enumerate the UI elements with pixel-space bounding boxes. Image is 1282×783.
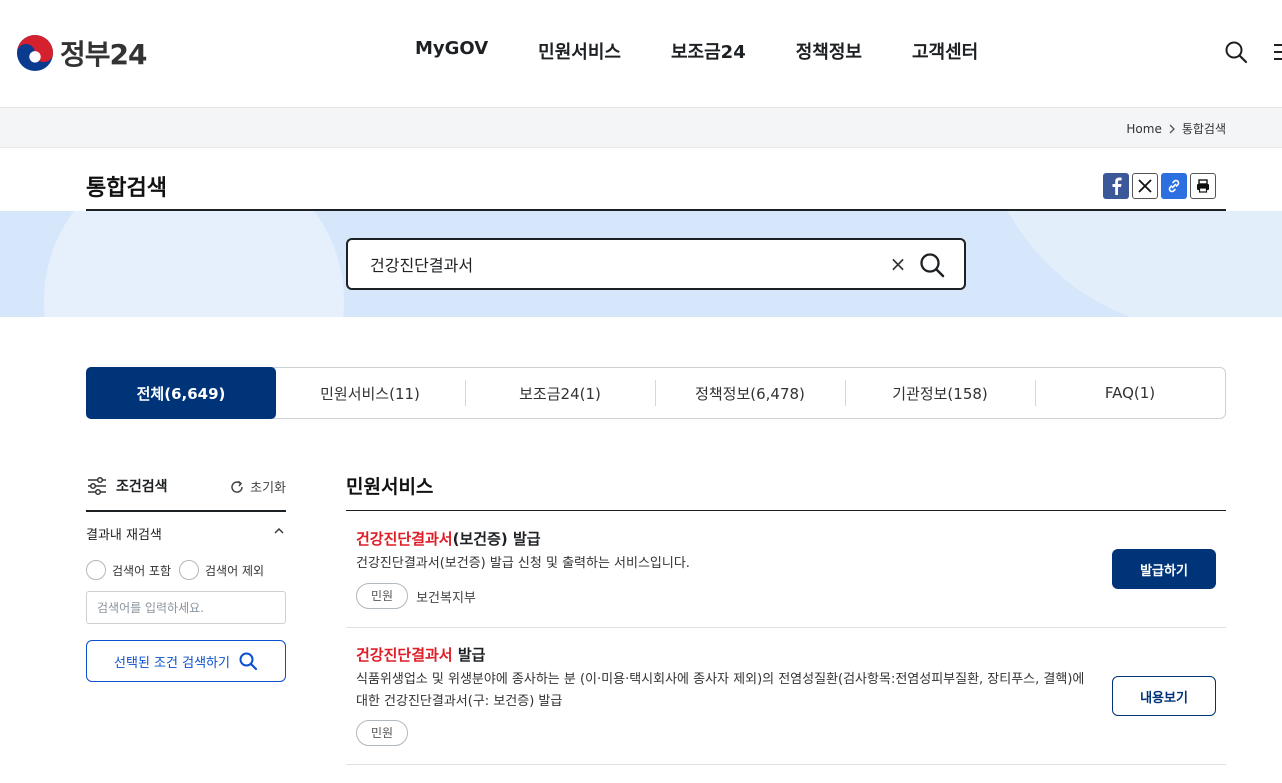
filter-title-label: 조건검색	[116, 479, 168, 495]
refine-keyword-input[interactable]	[86, 591, 286, 624]
result-title[interactable]: 건강진단결과서 발급	[356, 644, 485, 665]
search-icon	[239, 652, 258, 671]
reset-label: 초기화	[250, 481, 286, 496]
result-description: 식품위생업소 및 위생분야에 종사하는 분 (이·미용·택시회사에 종사자 제외…	[356, 672, 1085, 709]
tab-civil-service[interactable]: 민원서비스(11)	[275, 368, 465, 418]
result-title-rest: (보건증) 발급	[452, 530, 541, 548]
filter-title: 조건검색	[86, 476, 168, 496]
result-title-rest: 발급	[452, 646, 486, 664]
breadcrumb-current: 통합검색	[1181, 122, 1226, 136]
chevron-right-icon	[1169, 124, 1175, 133]
result-meta: 민원	[356, 720, 409, 746]
result-item: 건강진단결과서 발급 식품위생업소 및 위생분야에 종사하는 분 (이·미용·택…	[346, 628, 1226, 765]
result-tabs: 전체(6,649) 민원서비스(11) 보조금24(1) 정책정보(6,478)…	[86, 367, 1226, 419]
exclude-keyword-radio[interactable]: 검색어 제외	[179, 560, 264, 580]
banner-decoration	[980, 211, 1282, 317]
radio-circle[interactable]	[179, 560, 200, 580]
category-badge: 민원	[356, 720, 409, 746]
exclude-keyword-label: 검색어 제외	[205, 563, 265, 578]
banner-decoration	[44, 211, 344, 317]
refine-label: 결과내 재검색	[86, 528, 162, 543]
nav-item-subsidy[interactable]: 보조금24	[646, 38, 771, 64]
nav-item-civil-service[interactable]: 민원서비스	[513, 38, 646, 64]
result-meta: 민원 보건복지부	[356, 583, 476, 609]
result-item: 건강진단결과서(보건증) 발급 건강진단결과서(보건증) 발급 신청 및 출력하…	[346, 511, 1226, 628]
breadcrumb-home[interactable]: Home	[1126, 122, 1161, 136]
result-description: 건강진단결과서(보건증) 발급 신청 및 출력하는 서비스입니다.	[356, 556, 690, 571]
include-keyword-radio[interactable]: 검색어 포함	[86, 560, 171, 580]
tab-all[interactable]: 전체(6,649)	[86, 367, 276, 419]
x-icon	[1138, 179, 1152, 193]
breadcrumb-bar: Home 통합검색	[0, 108, 1282, 148]
include-keyword-label: 검색어 포함	[112, 563, 172, 578]
site-header: 정부24 MyGOV 민원서비스 보조금24 정책정보 고객센터	[0, 0, 1282, 108]
link-share-button[interactable]	[1161, 173, 1187, 199]
condition-search-label: 선택된 조건 검색하기	[114, 655, 230, 671]
view-details-button[interactable]: 내용보기	[1112, 676, 1216, 716]
results-section-title: 민원서비스	[346, 476, 434, 498]
refresh-icon	[231, 480, 243, 493]
print-button[interactable]	[1190, 173, 1216, 199]
refine-options: 검색어 포함 검색어 제외	[86, 560, 264, 580]
issue-button[interactable]: 발급하기	[1112, 549, 1216, 589]
reset-button[interactable]: 초기화	[229, 477, 286, 496]
nav-item-customer-center[interactable]: 고객센터	[887, 38, 1003, 64]
tab-faq[interactable]: FAQ(1)	[1035, 368, 1225, 418]
taegeuk-logo-icon	[16, 34, 54, 72]
radio-circle[interactable]	[86, 560, 106, 580]
nav-item-mygov[interactable]: MyGOV	[390, 38, 513, 64]
result-agency: 보건복지부	[416, 590, 476, 606]
menu-icon[interactable]	[1272, 42, 1282, 62]
condition-search-button[interactable]: 선택된 조건 검색하기	[86, 640, 286, 682]
category-badge: 민원	[356, 583, 409, 609]
tab-policy[interactable]: 정책정보(6,478)	[655, 368, 845, 418]
page-title: 통합검색	[86, 176, 167, 201]
site-logo[interactable]: 정부24	[16, 33, 147, 73]
search-icon[interactable]	[918, 251, 946, 279]
facebook-icon	[1112, 177, 1122, 195]
tab-agency[interactable]: 기관정보(158)	[845, 368, 1035, 418]
x-share-button[interactable]	[1132, 173, 1158, 199]
clear-icon[interactable]: ×	[886, 252, 910, 276]
search-icon[interactable]	[1224, 40, 1248, 64]
link-icon	[1168, 179, 1180, 193]
result-title-highlight: 건강진단결과서	[356, 530, 453, 548]
chevron-up-icon	[274, 528, 284, 534]
share-buttons	[1103, 173, 1216, 199]
nav-item-policy[interactable]: 정책정보	[771, 38, 887, 64]
filter-header: 조건검색 초기화	[86, 474, 286, 512]
result-title[interactable]: 건강진단결과서(보건증) 발급	[356, 528, 541, 549]
main-nav: MyGOV 민원서비스 보조금24 정책정보 고객센터	[390, 38, 1003, 64]
refine-section-header[interactable]: 결과내 재검색	[86, 524, 286, 543]
print-icon	[1197, 179, 1209, 193]
tab-subsidy[interactable]: 보조금24(1)	[465, 368, 655, 418]
breadcrumb: Home 통합검색	[1126, 120, 1226, 137]
logo-text: 정부24	[60, 38, 147, 71]
facebook-share-button[interactable]	[1103, 173, 1129, 199]
filter-icon	[88, 476, 106, 496]
search-input[interactable]	[370, 252, 870, 276]
result-title-highlight: 건강진단결과서	[356, 646, 453, 664]
search-box: ×	[346, 238, 966, 290]
